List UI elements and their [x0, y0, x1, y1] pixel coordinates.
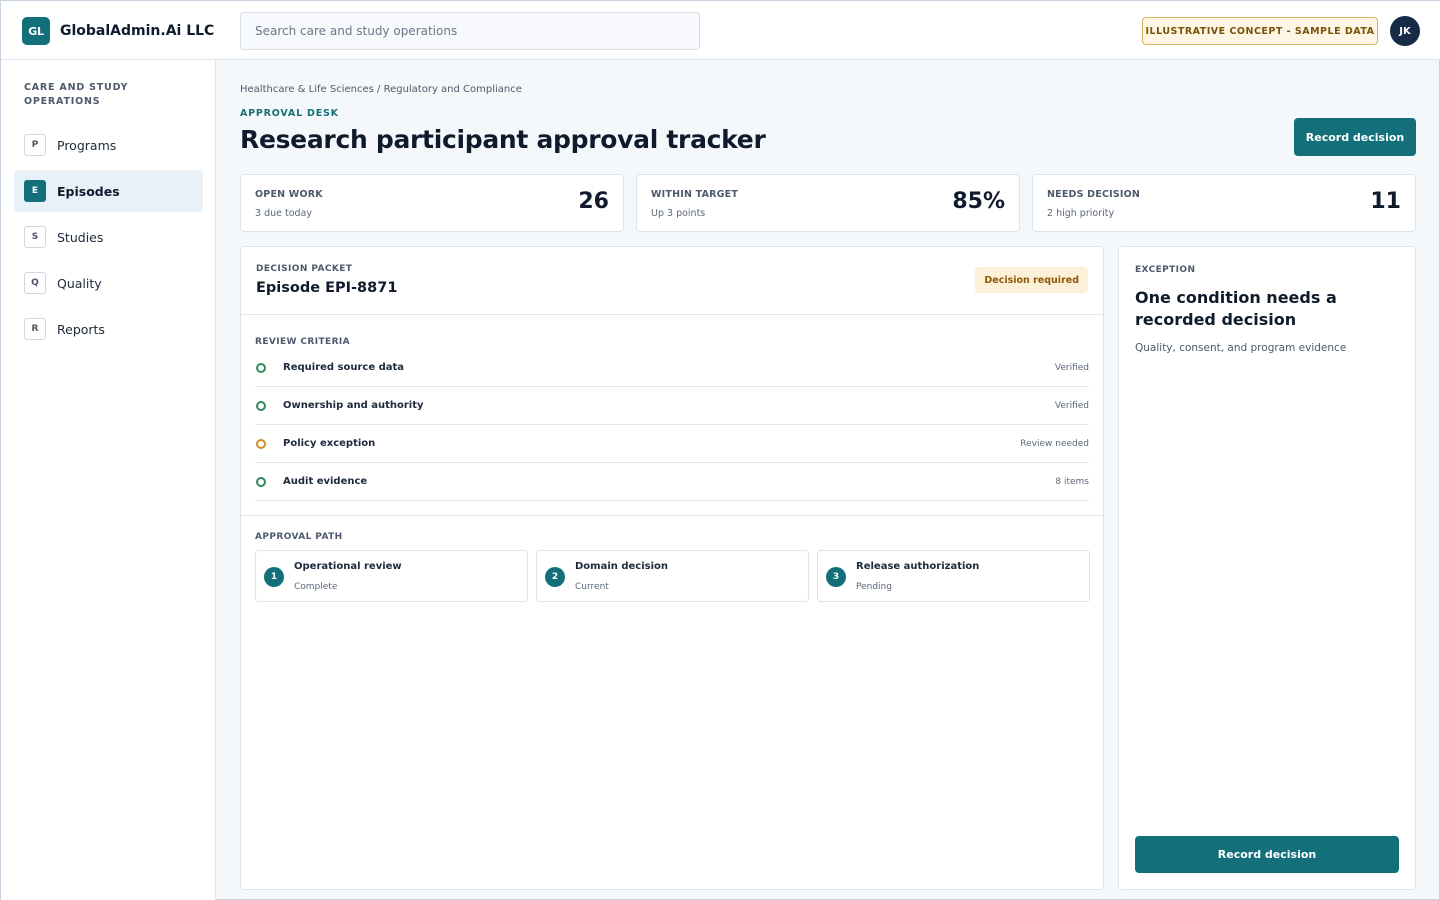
sidebar-item-label: Episodes [57, 183, 120, 199]
sidebar-item-label: Studies [57, 229, 104, 245]
metric-subtext: 2 high priority [1047, 208, 1115, 219]
studies-key-icon: S [24, 226, 46, 248]
divider [241, 515, 1103, 516]
status-ok-icon [256, 362, 266, 373]
sidebar-item-quality[interactable]: Q Quality [14, 262, 203, 304]
metric-card-open-work: OPEN WORK 3 due today 26 [240, 174, 624, 232]
criteria-row[interactable]: Policy exception Review needed [255, 425, 1089, 463]
step-status: Current [575, 582, 609, 592]
step-number-badge: 1 [264, 567, 284, 587]
exception-title: One condition needs a recorded decision [1135, 288, 1337, 329]
metric-card-needs-decision: NEEDS DECISION 2 high priority 11 [1032, 174, 1416, 232]
criteria-name: Required source data [283, 362, 405, 373]
sidebar: CARE AND STUDY OPERATIONS P Programs E E… [1, 60, 216, 900]
exception-panel: EXCEPTION One condition needs a recorded… [1118, 246, 1416, 890]
brand-logo-icon: GL [22, 17, 50, 45]
exception-label: EXCEPTION [1135, 265, 1196, 275]
criteria-status: Review needed [1020, 438, 1089, 449]
approval-step-domain-decision[interactable]: 2 Domain decision Current [536, 550, 809, 602]
criteria-status: 8 items [1055, 476, 1089, 487]
metric-subtext: Up 3 points [651, 208, 706, 219]
criteria-status: Verified [1054, 400, 1089, 411]
episodes-key-icon: E [24, 180, 46, 202]
metric-label: NEEDS DECISION [1047, 189, 1141, 200]
step-title: Release authorization [856, 561, 980, 572]
step-title: Domain decision [575, 561, 669, 572]
sidebar-item-studies[interactable]: S Studies [14, 216, 203, 258]
metric-card-within-target: WITHIN TARGET Up 3 points 85% [636, 174, 1020, 232]
approval-step-release-authorization[interactable]: 3 Release authorization Pending [817, 550, 1090, 602]
exception-description: Quality, consent, and program evidence [1135, 342, 1347, 354]
decision-packet-panel: DECISION PACKET Episode EPI-8871 Decisio… [240, 246, 1104, 890]
sample-data-badge: ILLUSTRATIVE CONCEPT - SAMPLE DATA [1142, 17, 1378, 45]
page-title: Research participant approval tracker [240, 125, 766, 154]
sidebar-item-episodes[interactable]: E Episodes [14, 170, 203, 212]
review-criteria-label: REVIEW CRITERIA [255, 337, 351, 347]
metric-value: 85% [952, 189, 1005, 214]
step-number-badge: 3 [826, 567, 846, 587]
decision-required-badge: Decision required [975, 267, 1088, 293]
metric-label: OPEN WORK [255, 189, 323, 200]
programs-key-icon: P [24, 134, 46, 156]
sidebar-item-programs[interactable]: P Programs [14, 124, 203, 166]
record-decision-button[interactable]: Record decision [1294, 118, 1416, 156]
reports-key-icon: R [24, 318, 46, 340]
criteria-row[interactable]: Audit evidence 8 items [255, 463, 1089, 501]
step-number-badge: 2 [545, 567, 565, 587]
top-bar: GL GlobalAdmin.Ai LLC ILLUSTRATIVE CONCE… [1, 1, 1440, 60]
sidebar-item-label: Quality [57, 275, 102, 291]
status-ok-icon [256, 476, 266, 487]
metric-subtext: 3 due today [255, 208, 312, 219]
record-decision-button[interactable]: Record decision [1135, 836, 1399, 873]
metric-value: 26 [578, 189, 609, 214]
sidebar-item-reports[interactable]: R Reports [14, 308, 203, 350]
search-input[interactable] [240, 12, 700, 50]
metric-value: 11 [1370, 189, 1401, 214]
packet-title: Episode EPI-8871 [256, 280, 398, 296]
status-ok-icon [256, 400, 266, 411]
metric-label: WITHIN TARGET [651, 189, 739, 200]
sidebar-item-label: Reports [57, 321, 105, 337]
brand[interactable]: GL GlobalAdmin.Ai LLC [22, 17, 214, 45]
brand-name: GlobalAdmin.Ai LLC [60, 23, 215, 39]
packet-header: DECISION PACKET Episode EPI-8871 Decisio… [241, 247, 1103, 315]
approval-path-label: APPROVAL PATH [255, 532, 343, 542]
status-warning-icon [256, 438, 266, 449]
sidebar-item-label: Programs [57, 137, 117, 153]
app-frame: GL GlobalAdmin.Ai LLC ILLUSTRATIVE CONCE… [0, 0, 1440, 900]
user-avatar[interactable]: JK [1390, 16, 1420, 46]
page-eyebrow: APPROVAL DESK [240, 108, 339, 119]
criteria-row[interactable]: Required source data Verified [255, 349, 1089, 387]
sidebar-title: CARE AND STUDY OPERATIONS [24, 82, 129, 107]
step-status: Complete [294, 582, 338, 592]
approval-step-operational-review[interactable]: 1 Operational review Complete [255, 550, 528, 602]
criteria-row[interactable]: Ownership and authority Verified [255, 387, 1089, 425]
breadcrumb: Healthcare & Life Sciences / Regulatory … [240, 84, 522, 95]
criteria-name: Ownership and authority [283, 400, 424, 411]
quality-key-icon: Q [24, 272, 46, 294]
criteria-name: Policy exception [283, 438, 376, 449]
step-status: Pending [856, 582, 892, 592]
criteria-status: Verified [1054, 362, 1089, 373]
criteria-name: Audit evidence [283, 476, 368, 487]
step-title: Operational review [294, 561, 402, 572]
packet-label: DECISION PACKET [256, 264, 353, 274]
